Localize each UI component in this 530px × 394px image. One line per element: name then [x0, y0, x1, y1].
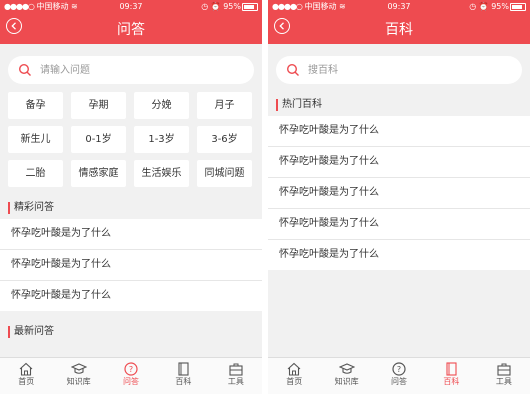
section-title-latest: 最新问答: [0, 321, 262, 343]
tab-label: 知识库: [66, 377, 91, 386]
tab-label: 问答: [391, 377, 408, 386]
tab-qa[interactable]: ? 问答: [105, 358, 157, 394]
tab-label: 首页: [286, 377, 303, 386]
category-button[interactable]: 孕期: [71, 92, 126, 119]
section-title-hot: 热门百科: [268, 94, 530, 116]
category-button[interactable]: 月子: [197, 92, 252, 119]
list-item[interactable]: 怀孕吃叶酸是为了什么: [0, 250, 262, 281]
search-icon: [18, 63, 31, 76]
tab-encyclopedia[interactable]: 百科: [425, 358, 477, 394]
tab-label: 百科: [443, 377, 460, 386]
search-box[interactable]: [276, 56, 522, 84]
page-title: 百科: [385, 22, 413, 38]
alarm-icon: ◷ ⏰: [201, 2, 221, 11]
tab-home[interactable]: 首页: [268, 358, 320, 394]
list-item[interactable]: 怀孕吃叶酸是为了什么: [268, 147, 530, 178]
category-button[interactable]: 备孕: [8, 92, 63, 119]
list-item[interactable]: 怀孕吃叶酸是为了什么: [268, 116, 530, 147]
category-button[interactable]: 生活娱乐: [134, 160, 189, 187]
header: ●●●●○ 中国移动 ≋ 09:37 ◷ ⏰ 95% 百科: [268, 0, 530, 44]
book-icon: [178, 362, 189, 376]
home-icon: [287, 362, 301, 376]
list-item[interactable]: 怀孕吃叶酸是为了什么: [268, 240, 530, 270]
encyclopedia-screen: ●●●●○ 中国移动 ≋ 09:37 ◷ ⏰ 95% 百科 热门百科 怀孕吃叶酸…: [268, 0, 530, 394]
tab-bar: 首页 知识库 ? 问答 百科 工具: [268, 357, 530, 394]
battery-status: ◷ ⏰ 95%: [469, 0, 526, 14]
svg-text:?: ?: [129, 365, 133, 374]
search-input[interactable]: [38, 63, 222, 77]
battery-icon: [242, 2, 258, 11]
graduation-cap-icon: [338, 363, 355, 374]
home-icon: [19, 362, 33, 376]
status-bar: ●●●●○ 中国移动 ≋ 09:37 ◷ ⏰ 95%: [0, 0, 262, 14]
featured-list: 怀孕吃叶酸是为了什么 怀孕吃叶酸是为了什么 怀孕吃叶酸是为了什么: [0, 219, 262, 311]
search-box[interactable]: [8, 56, 254, 84]
category-grid: 备孕 孕期 分娩 月子 新生儿 0-1岁 1-3岁 3-6岁 二胎 情感家庭 生…: [0, 92, 262, 187]
hot-list: 怀孕吃叶酸是为了什么 怀孕吃叶酸是为了什么 怀孕吃叶酸是为了什么 怀孕吃叶酸是为…: [268, 116, 530, 270]
toolbox-icon: [497, 363, 511, 376]
tab-tools[interactable]: 工具: [210, 358, 262, 394]
category-button[interactable]: 3-6岁: [197, 126, 252, 153]
toolbox-icon: [229, 363, 243, 376]
tab-home[interactable]: 首页: [0, 358, 52, 394]
battery-icon: [510, 2, 526, 11]
search-input[interactable]: [306, 63, 490, 77]
tab-bar: 首页 知识库 ? 问答 百科 工具: [0, 357, 262, 394]
list-item[interactable]: 怀孕吃叶酸是为了什么: [268, 178, 530, 209]
qa-screen: ●●●●○ 中国移动 ≋ 09:37 ◷ ⏰ 95% 问答 备孕 孕期 分娩 月…: [0, 0, 262, 394]
tab-label: 问答: [123, 377, 140, 386]
search-icon: [286, 63, 299, 76]
tab-label: 首页: [18, 377, 35, 386]
tab-encyclopedia[interactable]: 百科: [157, 358, 209, 394]
tab-knowledge[interactable]: 知识库: [52, 358, 104, 394]
tab-knowledge[interactable]: 知识库: [320, 358, 372, 394]
tab-label: 知识库: [334, 377, 359, 386]
tab-label: 工具: [495, 377, 512, 386]
page-title: 问答: [117, 22, 145, 38]
svg-text:?: ?: [397, 365, 401, 374]
category-button[interactable]: 0-1岁: [71, 126, 126, 153]
tab-tools[interactable]: 工具: [478, 358, 530, 394]
category-button[interactable]: 新生儿: [8, 126, 63, 153]
category-button[interactable]: 分娩: [134, 92, 189, 119]
book-icon: [446, 362, 457, 376]
category-button[interactable]: 同城问题: [197, 160, 252, 187]
section-title-featured: 精彩问答: [0, 197, 262, 219]
category-button[interactable]: 情感家庭: [71, 160, 126, 187]
alarm-icon: ◷ ⏰: [469, 2, 489, 11]
header: ●●●●○ 中国移动 ≋ 09:37 ◷ ⏰ 95% 问答: [0, 0, 262, 44]
status-bar: ●●●●○ 中国移动 ≋ 09:37 ◷ ⏰ 95%: [268, 0, 530, 14]
list-item[interactable]: 怀孕吃叶酸是为了什么: [0, 219, 262, 250]
graduation-cap-icon: [70, 363, 87, 374]
list-item[interactable]: 怀孕吃叶酸是为了什么: [268, 209, 530, 240]
list-item[interactable]: 怀孕吃叶酸是为了什么: [0, 281, 262, 311]
battery-status: ◷ ⏰ 95%: [201, 0, 258, 14]
question-icon: ?: [392, 362, 406, 376]
tab-label: 工具: [227, 377, 244, 386]
tab-label: 百科: [175, 377, 192, 386]
question-icon: ?: [124, 362, 138, 376]
category-button[interactable]: 1-3岁: [134, 126, 189, 153]
tab-qa[interactable]: ? 问答: [373, 358, 425, 394]
category-button[interactable]: 二胎: [8, 160, 63, 187]
